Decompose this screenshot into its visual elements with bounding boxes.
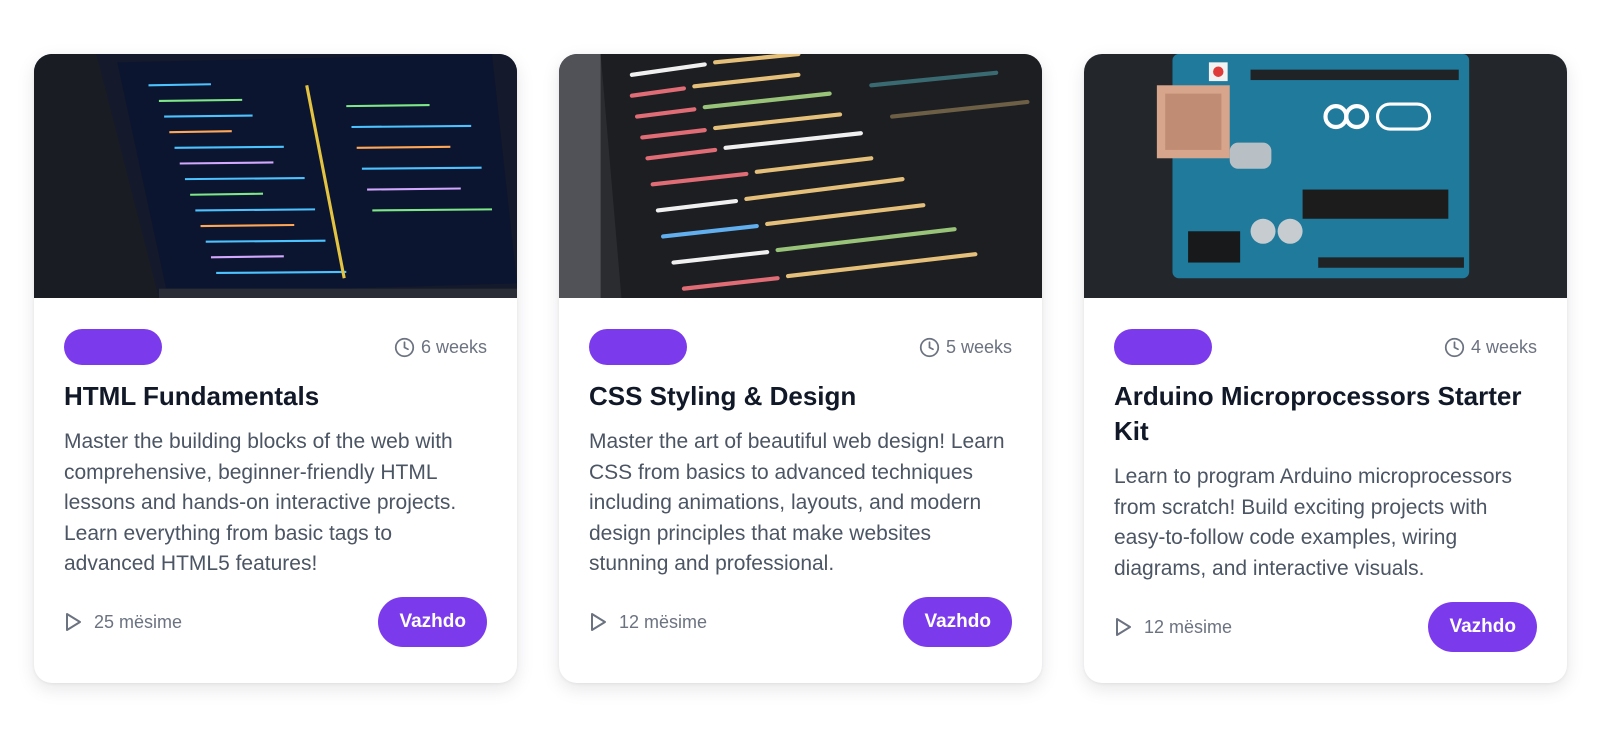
course-duration: 4 weeks <box>1444 337 1537 358</box>
lesson-count: 12 mësime <box>1114 617 1232 638</box>
duration-label: 4 weeks <box>1470 336 1537 357</box>
lesson-count-label: 12 mësime <box>619 611 708 632</box>
lesson-count: 25 mësime <box>64 612 182 633</box>
continue-button[interactable]: Vazhdo <box>378 597 487 647</box>
course-description: Master the art of beautiful web design! … <box>589 430 1005 575</box>
category-badge <box>1114 329 1212 365</box>
clock-icon <box>1444 337 1465 357</box>
course-thumbnail-laptop-code <box>34 54 517 298</box>
clock-icon <box>919 337 940 357</box>
course-meta-row: 6 weeks <box>64 329 487 365</box>
duration-label: 6 weeks <box>420 336 487 357</box>
course-card-footer: 12 mësime Vazhdo <box>1114 602 1537 652</box>
course-thumbnail-monitor-code <box>559 54 1042 298</box>
course-title: HTML Fundamentals <box>64 381 320 411</box>
category-badge <box>589 329 687 365</box>
category-badge <box>64 329 162 365</box>
clock-icon <box>394 337 415 357</box>
course-card: 4 weeks Arduino Microprocessors Starter … <box>1084 54 1567 683</box>
play-icon <box>66 613 81 631</box>
course-duration: 5 weeks <box>919 337 1012 358</box>
course-title: CSS Styling & Design <box>589 381 857 411</box>
course-title: Arduino Microprocessors Starter Kit <box>1114 381 1522 446</box>
lesson-count: 12 mësime <box>589 612 707 633</box>
course-meta-row: 4 weeks <box>1114 329 1537 365</box>
course-description: Learn to program Arduino microprocessors… <box>1114 465 1513 580</box>
duration-label: 5 weeks <box>945 336 1012 357</box>
course-card-footer: 25 mësime Vazhdo <box>64 597 487 647</box>
continue-button[interactable]: Vazhdo <box>1428 602 1537 652</box>
course-meta-row: 5 weeks <box>589 329 1012 365</box>
lesson-count-label: 25 mësime <box>94 611 183 632</box>
play-icon <box>591 613 606 631</box>
course-duration: 6 weeks <box>394 337 487 358</box>
play-icon <box>1116 618 1131 636</box>
course-grid: 6 weeks HTML Fundamentals Master the bui… <box>34 54 1567 683</box>
course-card-footer: 12 mësime Vazhdo <box>589 597 1012 647</box>
course-card: 6 weeks HTML Fundamentals Master the bui… <box>34 54 517 683</box>
course-card: 5 weeks CSS Styling & Design Master the … <box>559 54 1042 683</box>
lesson-count-label: 12 mësime <box>1144 616 1233 637</box>
course-description: Master the building blocks of the web wi… <box>64 430 457 575</box>
continue-button[interactable]: Vazhdo <box>903 597 1012 647</box>
course-thumbnail-arduino-board <box>1084 54 1567 298</box>
